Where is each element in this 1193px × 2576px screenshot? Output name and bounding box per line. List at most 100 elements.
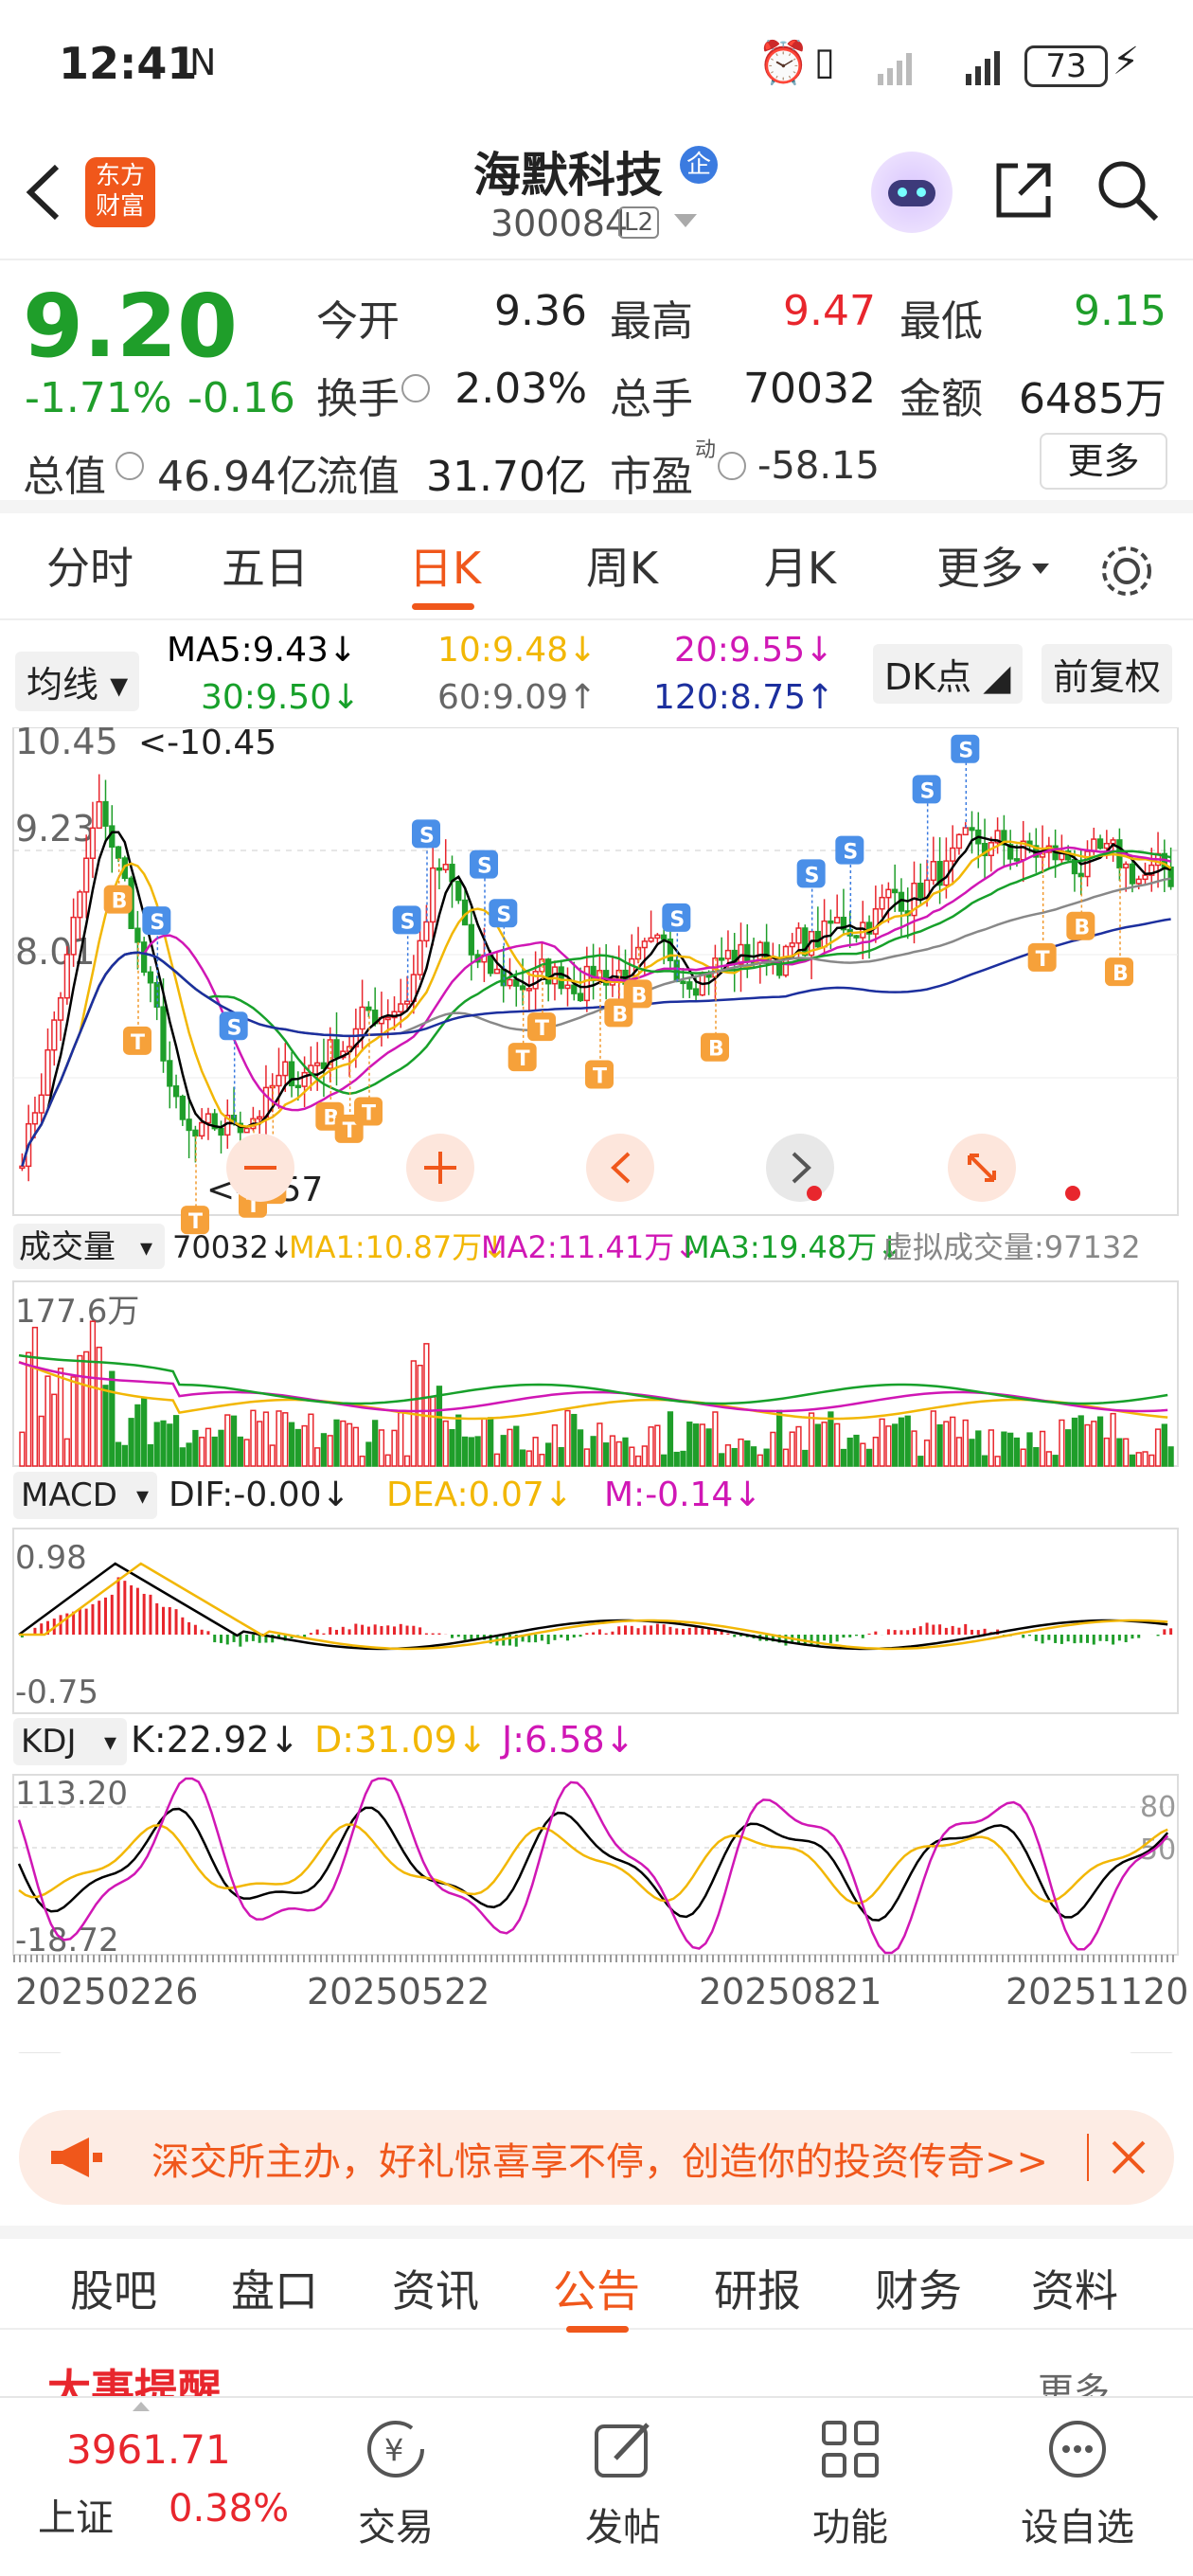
macd-group: [18, 1562, 1173, 1651]
candle-body: [417, 939, 423, 975]
volume-bar: [211, 1436, 218, 1467]
volume-bar: [1167, 1446, 1174, 1467]
volume-bar: [923, 1440, 931, 1467]
marker-letter: B: [632, 984, 648, 1008]
volume-bar: [680, 1450, 686, 1467]
tab-news[interactable]: 资讯: [369, 2239, 502, 2343]
info-icon[interactable]: [116, 452, 144, 480]
volume-bar: [269, 1444, 276, 1467]
pe-value: -58.15: [757, 444, 880, 488]
volume-bar: [558, 1446, 564, 1467]
candle-body: [654, 934, 661, 939]
candle-body: [115, 846, 122, 859]
volume-bar: [430, 1396, 436, 1467]
volume-bar: [38, 1415, 45, 1467]
volume-bar: [802, 1449, 809, 1467]
tab-monthly-k[interactable]: 月K: [729, 516, 871, 620]
change-value: -0.16: [187, 374, 295, 422]
volume-bar: [1059, 1419, 1065, 1467]
macd-ytop: 0.98: [15, 1539, 87, 1577]
quote-panel: 9.20 -1.71% -0.16 总值 46.94亿 今开 9.36 最高 9…: [0, 262, 1193, 513]
vol-ma1: MA1:10.87万↓: [289, 1229, 507, 1265]
close-icon[interactable]: [1108, 2137, 1149, 2178]
nav-add-watchlist[interactable]: 设自选: [992, 2415, 1163, 2551]
volume-bar: [294, 1428, 301, 1467]
indicator-dot: [807, 1186, 822, 1201]
caret-up-icon[interactable]: [133, 2402, 150, 2411]
tab-five-day[interactable]: 五日: [194, 516, 336, 620]
chevron-down-icon[interactable]: [674, 214, 697, 227]
caret-down-icon[interactable]: [1032, 564, 1049, 574]
info-icon[interactable]: [718, 452, 746, 480]
candle-body: [1142, 874, 1148, 881]
kline-charts[interactable]: 10.45 9.23 8.01 <-10.45 <-6.57 BTSTSTTBT…: [0, 721, 1193, 2090]
candle-body: [430, 867, 436, 923]
candle-body: [917, 883, 924, 899]
kline-svg[interactable]: 10.45 9.23 8.01 <-10.45 <-6.57 BTSTSTTBT…: [0, 721, 1193, 2090]
marker-letter: T: [516, 1047, 530, 1071]
volume-bar: [763, 1448, 770, 1467]
volume-bar: [1045, 1451, 1052, 1467]
candle-body: [276, 1074, 282, 1087]
volume-bar: [1007, 1432, 1014, 1467]
share-icon[interactable]: [989, 156, 1058, 224]
volume-bar: [346, 1422, 353, 1467]
gear-icon[interactable]: [1098, 543, 1155, 599]
volume-bar: [378, 1429, 385, 1467]
marker-letter: T: [343, 1119, 357, 1143]
tab-finance[interactable]: 财务: [852, 2239, 985, 2343]
event-title: 大事提醒: [47, 2365, 222, 2398]
back-arrow-icon[interactable]: [19, 159, 66, 225]
candle-body: [179, 1095, 186, 1120]
edit-icon: [595, 2423, 650, 2478]
ma-line: [21, 850, 1171, 1167]
dk-points-toggle[interactable]: DK点 ◢: [873, 644, 1023, 704]
candle-body: [950, 847, 956, 862]
ma-lines-group: [21, 831, 1172, 1167]
volume-bar: [686, 1422, 693, 1467]
more-button[interactable]: 更多: [1040, 433, 1167, 490]
volume-bar: [282, 1412, 289, 1467]
search-icon[interactable]: [1094, 156, 1162, 224]
tab-orderbook[interactable]: 盘口: [208, 2239, 341, 2343]
candle-body: [641, 940, 648, 949]
kdj-line: [18, 1823, 1168, 1905]
tab-intraday[interactable]: 分时: [19, 516, 161, 620]
marker-letter: T: [362, 1101, 376, 1125]
volume-bar: [724, 1444, 732, 1467]
promo-banner[interactable]: 深交所主办，好礼惊喜享不停，创造你的投资传奇>>: [19, 2110, 1174, 2205]
tab-more[interactable]: 更多: [918, 516, 1042, 620]
candle-body: [38, 1094, 45, 1114]
info-icon[interactable]: [401, 374, 430, 402]
tab-profile[interactable]: 资料: [1008, 2239, 1141, 2343]
candle-body: [519, 985, 526, 991]
ma120-value: 120:8.75↑: [653, 678, 835, 717]
tab-forum[interactable]: 股吧: [47, 2239, 180, 2343]
marker-letter: S: [401, 910, 416, 934]
tab-research[interactable]: 研报: [691, 2239, 824, 2343]
date-label: 20251120: [1006, 1971, 1188, 2012]
volume-bar: [70, 1376, 77, 1467]
tab-weekly-k[interactable]: 周K: [551, 516, 693, 620]
volume-bar: [384, 1454, 391, 1467]
nav-trade[interactable]: ¥ 交易: [311, 2415, 481, 2551]
nav-functions[interactable]: 功能: [765, 2415, 935, 2551]
scroll-right-button[interactable]: [766, 1134, 834, 1202]
volume-bar: [1033, 1446, 1040, 1467]
candle-body: [257, 1116, 263, 1120]
ma-line: [21, 831, 1171, 1167]
robot-assistant-icon[interactable]: [871, 152, 953, 233]
volume-bar: [712, 1411, 719, 1467]
level-badge[interactable]: L2: [618, 206, 660, 239]
nav-trade-label: 交易: [358, 2506, 434, 2549]
ma-selector[interactable]: 均线 ▾: [15, 652, 140, 711]
volume-bar: [468, 1437, 474, 1467]
index-value[interactable]: 3961.71: [66, 2426, 231, 2473]
volume-bar: [705, 1428, 712, 1467]
event-more-link[interactable]: 更多: [1038, 2362, 1110, 2396]
adjust-toggle[interactable]: 前复权: [1042, 644, 1173, 704]
volume-bar: [134, 1404, 141, 1467]
scroll-left-button[interactable]: [586, 1134, 654, 1202]
nav-post[interactable]: 发帖: [538, 2415, 708, 2551]
volume-bar: [917, 1456, 924, 1467]
